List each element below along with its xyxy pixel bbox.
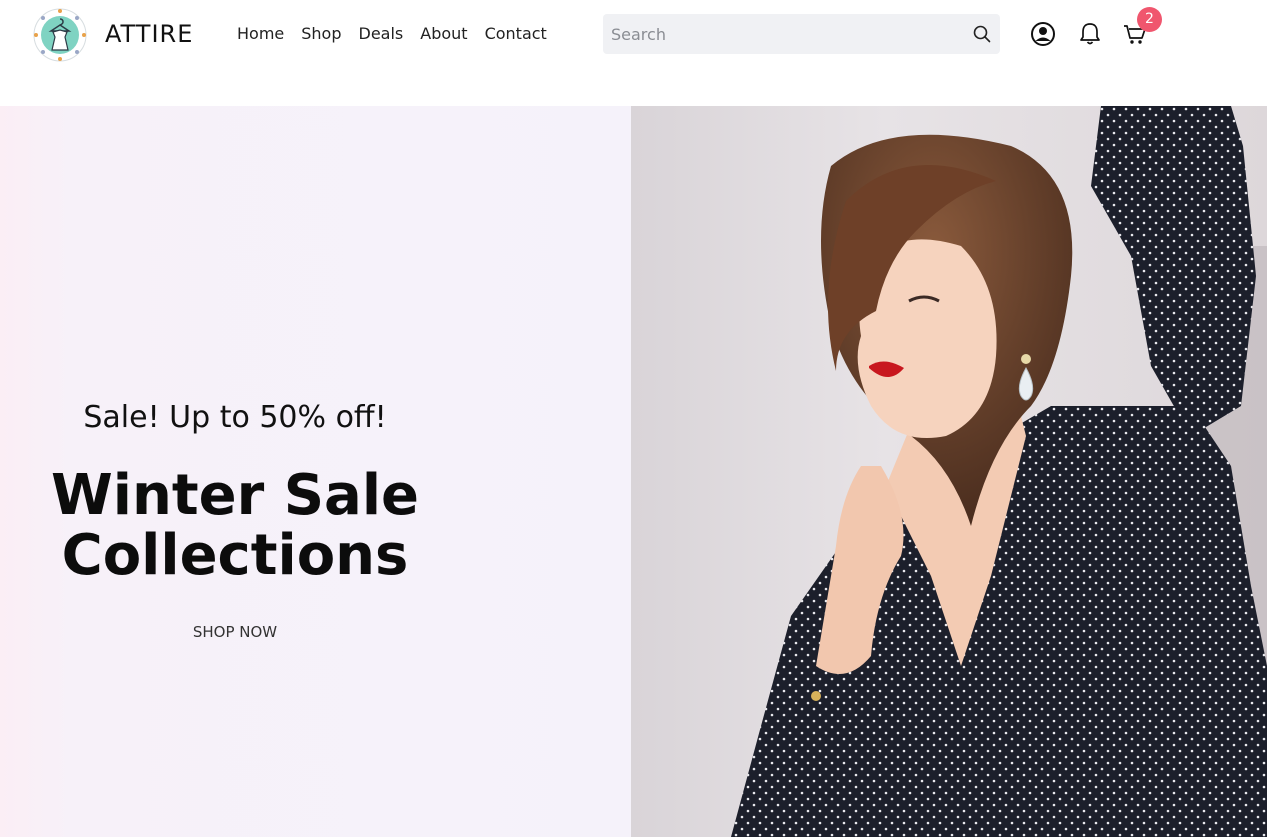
nav-deals[interactable]: Deals	[359, 24, 404, 44]
search-bar	[603, 14, 1000, 54]
hero-title-line2: Collections	[61, 523, 409, 588]
logo[interactable]	[32, 7, 88, 63]
search-icon[interactable]	[972, 24, 992, 44]
shop-now-button[interactable]: SHOP NOW	[170, 620, 300, 644]
user-circle-icon[interactable]	[1030, 21, 1056, 47]
cart-count-badge: 2	[1137, 7, 1162, 32]
hero-title: Winter Sale Collections	[0, 466, 470, 586]
site-header: ATTIRE Home Shop Deals About Contact Sea…	[0, 0, 1267, 106]
nav-contact[interactable]: Contact	[485, 24, 547, 44]
bell-icon[interactable]	[1077, 21, 1103, 47]
search-input[interactable]	[603, 14, 963, 54]
main-nav: Home Shop Deals About Contact	[237, 24, 564, 44]
brand-name[interactable]: ATTIRE	[105, 19, 193, 49]
nav-about[interactable]: About	[420, 24, 467, 44]
hero-title-line1: Winter Sale	[51, 463, 419, 528]
nav-shop[interactable]: Shop	[301, 24, 341, 44]
hero-model-image	[631, 106, 1267, 837]
hero-subtitle: Sale! Up to 50% off!	[83, 400, 387, 435]
hero-text-panel: Sale! Up to 50% off! Winter Sale Collect…	[0, 106, 631, 837]
hero-banner: Sale! Up to 50% off! Winter Sale Collect…	[0, 106, 1267, 837]
nav-home[interactable]: Home	[237, 24, 284, 44]
